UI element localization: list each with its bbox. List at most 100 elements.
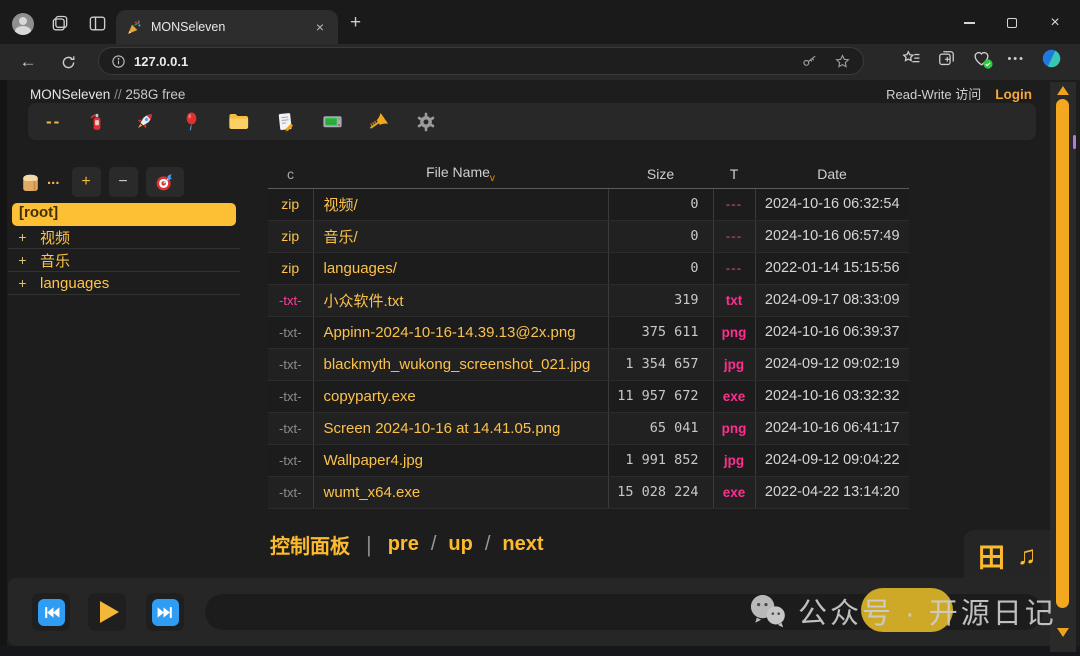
profile-avatar-icon[interactable] — [12, 13, 34, 35]
file-link[interactable]: languages/ — [313, 252, 608, 284]
control-panel-link[interactable]: 控制面板 — [270, 530, 350, 559]
password-key-icon[interactable] — [801, 53, 818, 70]
collections-icon[interactable] — [937, 49, 956, 68]
login-link[interactable]: Login — [995, 87, 1032, 102]
scroll-marker — [1073, 135, 1076, 149]
refresh-icon[interactable] — [56, 50, 80, 74]
browser-menu-icon[interactable]: ••• — [1007, 53, 1025, 65]
toolbar-dashes-button[interactable]: -- — [46, 112, 61, 132]
next-link[interactable]: next — [502, 533, 543, 556]
site-info-icon[interactable] — [111, 54, 126, 69]
col-header-c[interactable]: c — [268, 160, 313, 188]
tree-item-music[interactable]: + 音乐 — [8, 249, 240, 272]
titlebar: MONSeleven × + × — [0, 0, 1080, 44]
tree-item-languages[interactable]: + languages — [8, 272, 240, 295]
crumb-pipe: | — [366, 532, 372, 558]
file-link[interactable]: 小众软件.txt — [313, 284, 608, 316]
scroll-down-arrow-icon[interactable] — [1057, 628, 1069, 637]
pre-link[interactable]: pre — [388, 533, 419, 556]
balloon-icon[interactable] — [179, 110, 203, 134]
scrollbar-thumb[interactable] — [1056, 99, 1069, 608]
zip-link[interactable]: zip — [268, 252, 313, 284]
window-edge — [0, 80, 7, 656]
table-row: -txt- Screen 2024-10-16 at 14.41.05.png … — [268, 412, 909, 444]
browser-window: MONSeleven × + × ← 127.0.0.1 — [0, 0, 1080, 656]
memo-icon[interactable] — [273, 110, 297, 134]
copilot-icon[interactable] — [1041, 48, 1062, 69]
favorite-star-icon[interactable] — [834, 53, 851, 70]
play-button[interactable] — [88, 593, 126, 631]
address-bar[interactable]: 127.0.0.1 — [98, 47, 864, 75]
scroll-up-arrow-icon[interactable] — [1057, 86, 1069, 95]
tree-dots-label[interactable]: ... — [47, 171, 60, 188]
expand-icon[interactable]: + — [14, 275, 31, 291]
tree-grow-button[interactable]: + — [72, 167, 101, 197]
txt-link[interactable]: -txt- — [268, 444, 313, 476]
audio-panel-toggle[interactable]: ♫ — [1017, 540, 1037, 571]
txt-link[interactable]: -txt- — [268, 380, 313, 412]
new-tab-button[interactable]: + — [350, 12, 361, 34]
tree-target-button[interactable] — [146, 167, 184, 197]
file-link[interactable]: copyparty.exe — [313, 380, 608, 412]
grid-view-toggle[interactable]: 田 — [978, 536, 1005, 575]
txt-link[interactable]: -txt- — [268, 284, 313, 316]
col-header-date[interactable]: Date — [755, 160, 909, 188]
file-link[interactable]: Appinn-2024-10-16-14.39.13@2x.png — [313, 316, 608, 348]
url-text[interactable]: 127.0.0.1 — [134, 54, 801, 69]
expand-icon[interactable]: + — [14, 229, 31, 245]
txt-link[interactable]: -txt- — [268, 348, 313, 380]
tree-item-video[interactable]: + 视频 — [8, 226, 240, 249]
window-minimize-button[interactable] — [952, 12, 986, 34]
bottom-nav: 控制面板 | pre / up / next — [270, 530, 544, 559]
tab-title: MONSeleven — [151, 20, 312, 34]
extinguisher-icon[interactable] — [85, 110, 109, 134]
watermark: 公众号 · 开源日记 — [746, 590, 1057, 632]
col-header-type[interactable]: T — [713, 160, 755, 188]
pager-icon[interactable] — [320, 110, 344, 134]
file-link[interactable]: 音乐/ — [313, 220, 608, 252]
gear-icon[interactable] — [414, 110, 438, 134]
table-row: -txt- blackmyth_wukong_screenshot_021.jp… — [268, 348, 909, 380]
txt-link[interactable]: -txt- — [268, 476, 313, 508]
col-header-name[interactable]: File Namev — [313, 160, 608, 188]
workspaces-icon[interactable] — [50, 14, 70, 32]
file-link[interactable]: wumt_x64.exe — [313, 476, 608, 508]
browser-essentials-icon[interactable] — [972, 49, 991, 68]
file-link[interactable]: 视频/ — [313, 188, 608, 220]
zip-link[interactable]: zip — [268, 220, 313, 252]
navbar-right-icons: ••• — [902, 48, 1062, 69]
tree-item-root[interactable]: [root] — [12, 203, 236, 226]
free-space-label: 258G free — [125, 87, 185, 102]
access-level-label: Read-Write 访问 — [886, 84, 981, 103]
file-table: c File Namev Size T Date zip 视频/ 0 --- 2… — [268, 160, 909, 509]
back-icon[interactable]: ← — [16, 50, 40, 74]
window-maximize-button[interactable] — [995, 12, 1029, 34]
table-row: zip 音乐/ 0 --- 2024-10-16 06:57:49 — [268, 220, 909, 252]
up-link[interactable]: up — [448, 533, 472, 556]
tree-shrink-button[interactable]: − — [109, 167, 138, 197]
txt-link[interactable]: -txt- — [268, 316, 313, 348]
folder-icon[interactable] — [226, 110, 250, 134]
next-track-button[interactable] — [146, 593, 184, 631]
txt-link[interactable]: -txt- — [268, 412, 313, 444]
tab-actions-icon[interactable] — [88, 14, 108, 32]
play-icon — [100, 601, 119, 623]
zip-link[interactable]: zip — [268, 188, 313, 220]
table-row: -txt- Appinn-2024-10-16-14.39.13@2x.png … — [268, 316, 909, 348]
table-row: -txt- wumt_x64.exe 15 028 224 exe 2022-0… — [268, 476, 909, 508]
site-title[interactable]: MONSeleven — [30, 87, 110, 102]
rocket-icon[interactable] — [132, 110, 156, 134]
window-close-button[interactable]: × — [1038, 12, 1072, 34]
tab-monseleven[interactable]: MONSeleven × — [116, 10, 338, 44]
tab-close-icon[interactable]: × — [312, 19, 328, 35]
expand-icon[interactable]: + — [14, 252, 31, 268]
favorites-bar-icon[interactable] — [902, 49, 921, 68]
file-link[interactable]: Screen 2024-10-16 at 14.41.05.png — [313, 412, 608, 444]
file-link[interactable]: blackmyth_wukong_screenshot_021.jpg — [313, 348, 608, 380]
prev-track-button[interactable] — [32, 593, 70, 631]
file-link[interactable]: Wallpaper4.jpg — [313, 444, 608, 476]
trumpet-icon[interactable] — [367, 110, 391, 134]
bread-toggle-icon[interactable] — [18, 170, 43, 195]
col-header-size[interactable]: Size — [608, 160, 713, 188]
page-header: MONSeleven // 258G free Read-Write 访问 Lo… — [30, 84, 1032, 103]
